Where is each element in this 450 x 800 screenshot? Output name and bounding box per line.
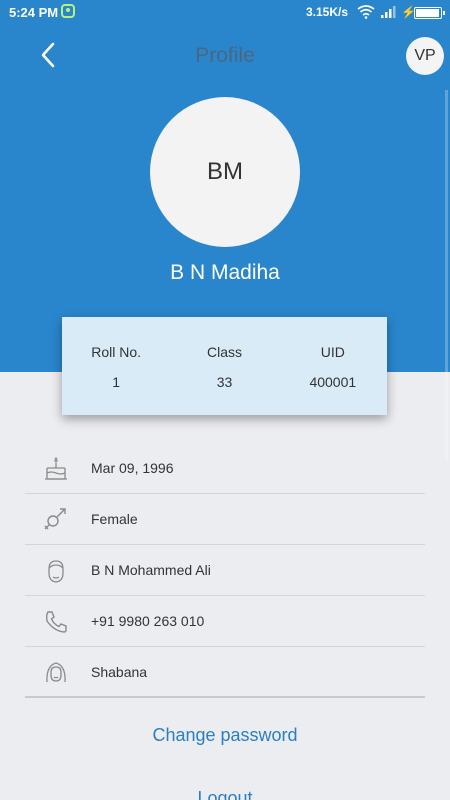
logout-link[interactable]: Logout: [0, 788, 450, 800]
detail-dob: Mar 09, 1996: [91, 460, 174, 476]
roll-number-value: 1: [112, 374, 121, 390]
battery-fill: [416, 9, 439, 17]
detail-row-gender: Female: [25, 494, 425, 545]
detail-row-dob: Mar 09, 1996: [25, 443, 425, 494]
roll-number-column: Roll No. 1: [62, 317, 170, 415]
uid-column: UID 400001: [279, 317, 387, 415]
signal-icon: [381, 6, 396, 18]
detail-row-phone: +91 9980 263 010: [25, 596, 425, 647]
scrollbar[interactable]: [445, 90, 448, 460]
gender-icon: [44, 508, 66, 530]
user-avatar-button[interactable]: VP: [406, 37, 444, 75]
uid-label: UID: [320, 344, 345, 360]
change-password-link[interactable]: Change password: [0, 725, 450, 746]
father-icon: [48, 560, 64, 583]
detail-phone: +91 9980 263 010: [91, 613, 205, 629]
class-column: Class 33: [170, 317, 278, 415]
class-label: Class: [206, 344, 242, 360]
phone-icon: [45, 611, 67, 633]
profile-details-list: Mar 09, 1996 Female B N Mohammed Ali +91…: [25, 443, 425, 698]
birthday-cake-icon: [45, 456, 67, 480]
page-title: Profile: [195, 44, 255, 67]
profile-avatar: BM: [150, 97, 300, 247]
class-value: 33: [216, 374, 233, 390]
roll-number-label: Roll No.: [91, 344, 142, 360]
student-name: B N Madiha: [170, 261, 280, 284]
status-time: 5:24 PM: [9, 5, 59, 20]
student-info-card: Roll No. 1 Class 33 UID 400001: [62, 317, 387, 415]
detail-father-name: B N Mohammed Ali: [91, 562, 211, 578]
detail-mother-name: Shabana: [91, 664, 148, 680]
detail-gender: Female: [91, 511, 138, 527]
detail-row-father: B N Mohammed Ali: [25, 545, 425, 596]
network-speed: 3.15K/s: [306, 5, 349, 19]
alarm-icon: [61, 4, 75, 18]
detail-row-mother: Shabana: [25, 647, 425, 698]
status-bar: 5:24 PM 3.15K/s ⚡: [0, 0, 450, 25]
wifi-icon: [357, 5, 375, 19]
battery-icon: [414, 7, 445, 19]
uid-value: 400001: [309, 374, 357, 390]
mother-icon: [46, 662, 66, 683]
